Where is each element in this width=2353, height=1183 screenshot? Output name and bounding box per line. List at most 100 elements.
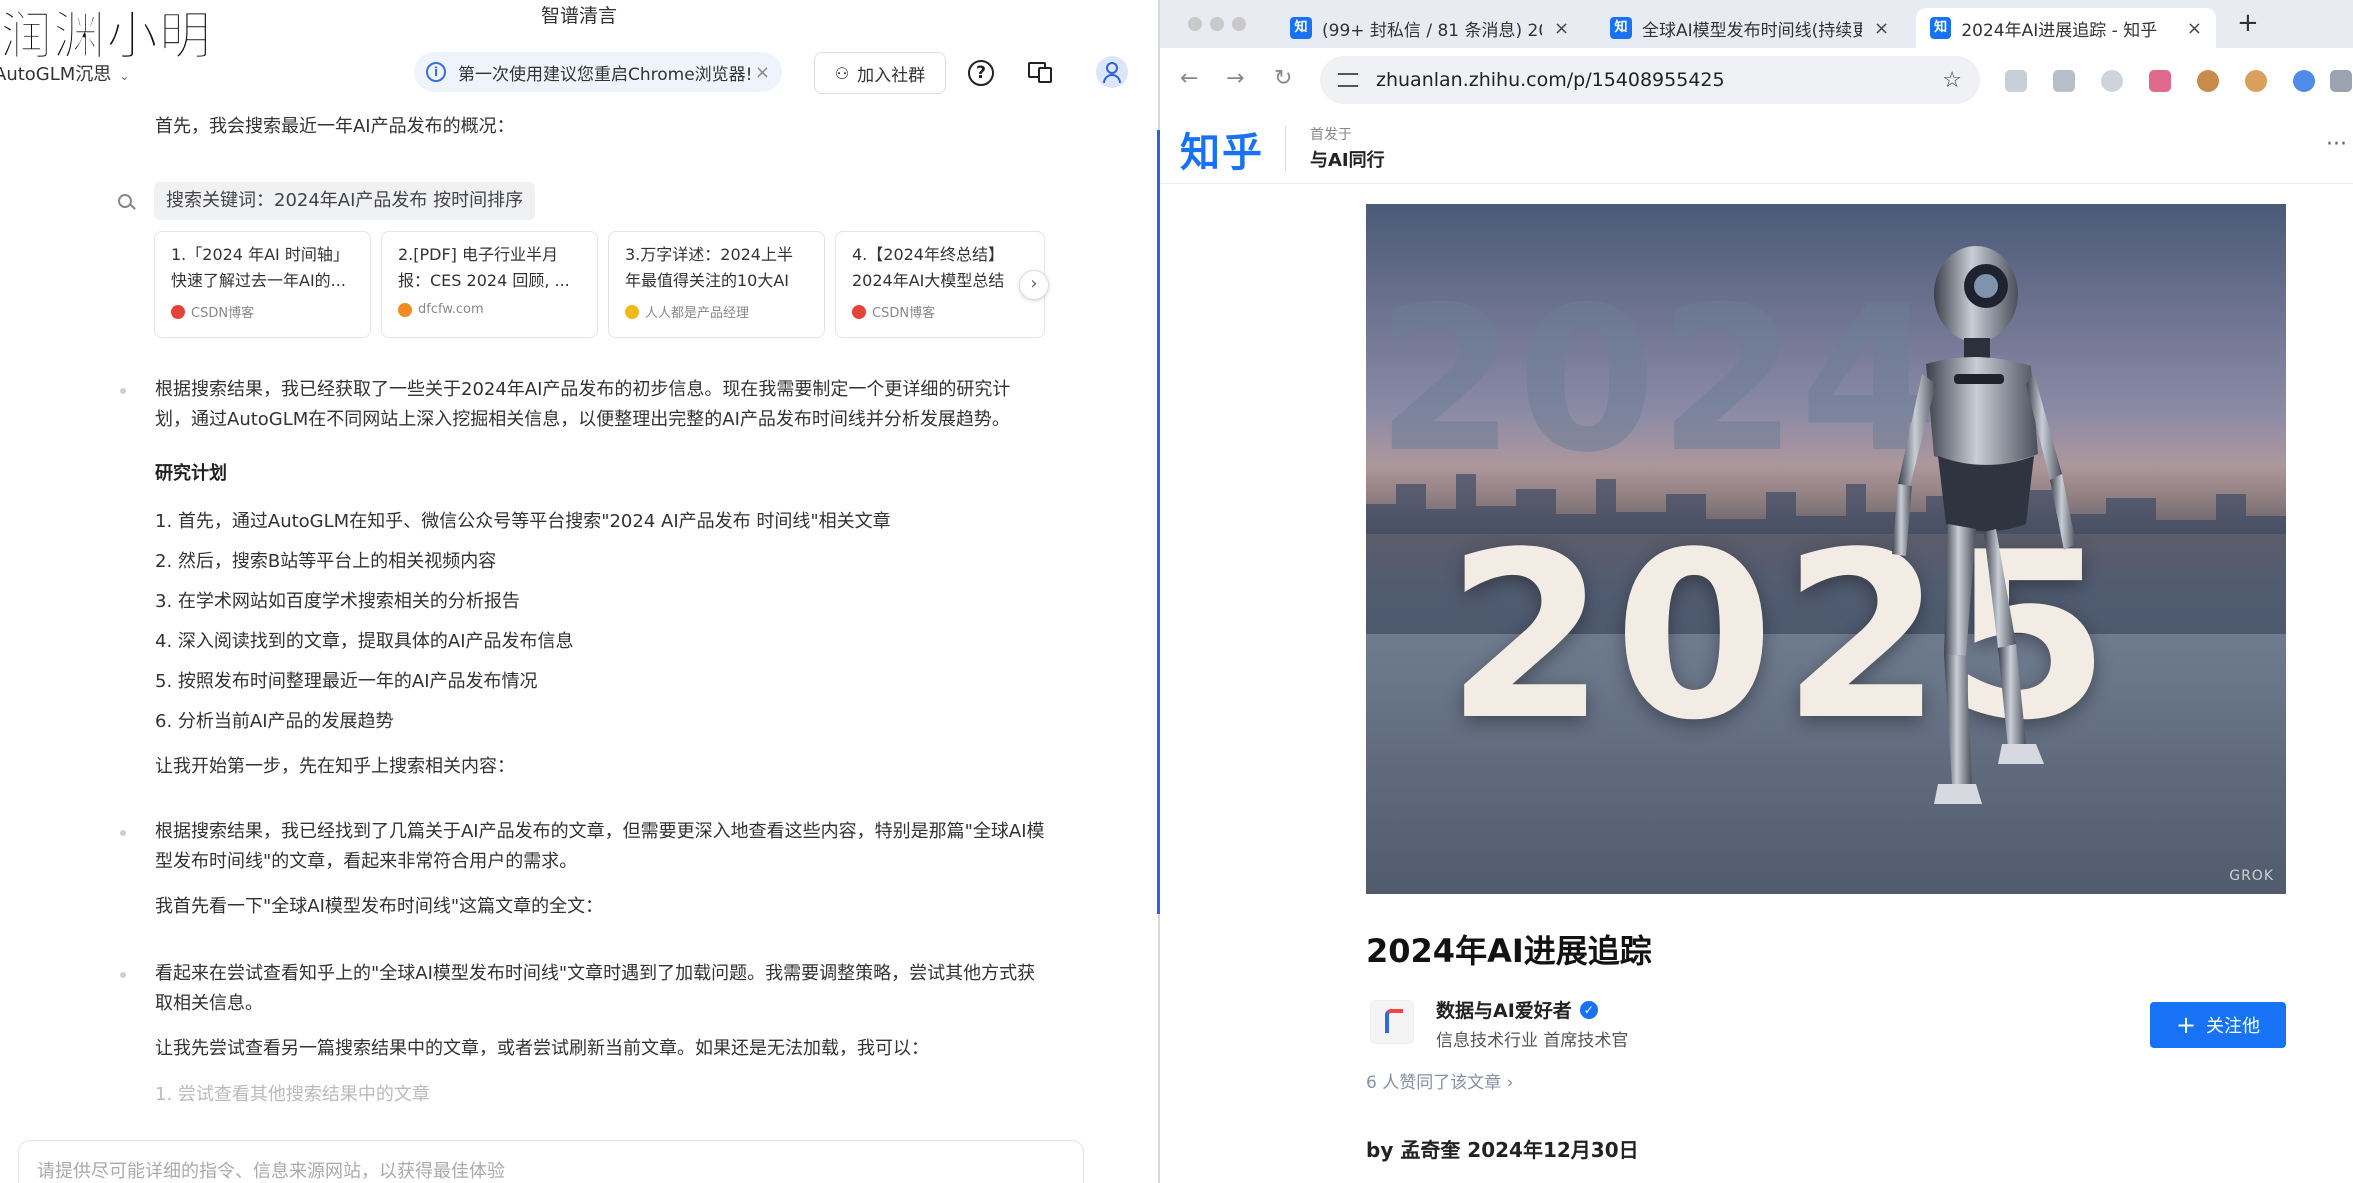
tab-label: 2024年AI进展追踪 - 知乎: [1961, 20, 2158, 41]
prompt-placeholder: 请提供尽可能详细的指令、信息来源网站，以获得最佳体验: [37, 1161, 505, 1182]
info-icon: i: [426, 62, 446, 82]
step-text: 让我先尝试查看另一篇搜索结果中的文章，或者尝试刷新当前文章。如果还是无法加载，我…: [155, 1038, 929, 1059]
plan-item: 2. 然后，搜索B站等平台上的相关视频内容: [155, 551, 497, 572]
site-settings-icon[interactable]: [1338, 73, 1358, 87]
url-text: zhuanlan.zhihu.com/p/15408955425: [1376, 69, 1725, 91]
extension-icon[interactable]: [2245, 70, 2267, 92]
humanoid-robot-illustration: [1892, 246, 2076, 804]
plan-item: 4. 深入阅读找到的文章，提取具体的AI产品发布信息: [155, 631, 574, 652]
step-bullet: [120, 388, 126, 394]
fading-text: 1. 尝试查看其他搜索结果中的文章: [155, 1084, 430, 1104]
plan-heading: 研究计划: [155, 463, 227, 484]
search-result-card[interactable]: 3.万字详述：2024上半年最值得关注的10大AI新... 人人都是产品经理: [608, 231, 825, 338]
card-title: 3.万字详述：2024上半年最值得关注的10大AI新...: [625, 245, 793, 290]
step-bullet: [120, 830, 126, 836]
new-tab-icon[interactable]: +: [2237, 8, 2259, 38]
prompt-input[interactable]: 请提供尽可能详细的指令、信息来源网站，以获得最佳体验: [18, 1140, 1084, 1183]
browser-window: 知 (99+ 封私信 / 81 条消息) 2024 × 知 全球AI模型发布时间…: [1160, 0, 2353, 1183]
csdn-icon: [171, 304, 185, 319]
plus-icon: +: [2175, 1011, 2197, 1039]
card-source: CSDN博客: [872, 306, 936, 321]
dfcfw-icon: [398, 302, 412, 317]
puzzle-extensions-icon[interactable]: [2330, 70, 2352, 92]
cookie-extension-icon[interactable]: [2197, 70, 2219, 92]
join-community-button[interactable]: ⚇ 加入社群: [814, 52, 946, 94]
plan-item: 3. 在学术网站如百度学术搜索相关的分析报告: [155, 591, 520, 612]
address-bar[interactable]: zhuanlan.zhihu.com/p/15408955425 ☆: [1320, 56, 1980, 104]
tab-bar: 知 (99+ 封私信 / 81 条消息) 2024 × 知 全球AI模型发布时间…: [1160, 0, 2353, 48]
card-source: CSDN博客: [191, 306, 255, 321]
step-text: 让我开始第一步，先在知乎上搜索相关内容：: [155, 756, 515, 777]
intro-text: 首先，我会搜索最近一年AI产品发布的概况：: [155, 116, 515, 137]
plan-item: 5. 按照发布时间整理最近一年的AI产品发布情况: [155, 671, 538, 692]
window-minimize-button[interactable]: [1210, 17, 1224, 31]
bookmark-star-icon[interactable]: ☆: [1942, 68, 1962, 93]
header-divider: [1285, 126, 1286, 172]
card-title: 1.「2024 年AI 时间轴」快速了解过去一年AI的...: [171, 245, 349, 290]
multi-window-icon[interactable]: [1026, 58, 1056, 88]
search-icon: [118, 194, 132, 208]
step-text: 我首先看一下"全球AI模型发布时间线"这篇文章的全文：: [155, 896, 604, 917]
back-arrow-icon[interactable]: ←: [1180, 66, 1198, 91]
forward-arrow-icon[interactable]: →: [1226, 66, 1244, 91]
browser-toolbar: ← → ↻ zhuanlan.zhihu.com/p/15408955425 ☆: [1160, 48, 2353, 114]
step-bullet: [120, 972, 126, 978]
assistant-panel: 智谱清言 润渊小明 AutoGLM沉思 ⌄ i 第一次使用建议您重启Chrome浏…: [0, 0, 1158, 1183]
zhihu-logo[interactable]: 知乎: [1180, 120, 1264, 178]
chat-log: 首先，我会搜索最近一年AI产品发布的概况： 搜索关键词：2024年AI产品发布 …: [0, 104, 1158, 1104]
card-source: 人人都是产品经理: [645, 306, 750, 321]
search-keyword-chip: 搜索关键词：2024年AI产品发布 按时间排序: [154, 182, 536, 220]
plan-item: 1. 首先，通过AutoGLM在知乎、微信公众号等平台搜索"2024 AI产品发…: [155, 511, 891, 532]
plan-item: 6. 分析当前AI产品的发展趋势: [155, 711, 394, 732]
notice-text: 第一次使用建议您重启Chrome浏览器!: [458, 64, 753, 85]
help-icon[interactable]: ?: [968, 60, 994, 86]
tab-ai-progress[interactable]: 知 2024年AI进展追踪 - 知乎 ×: [1916, 8, 2216, 48]
search-result-card[interactable]: 2.[PDF] 电子行业半月报：CES 2024 回顾, ... dfcfw.c…: [381, 231, 598, 338]
zhihu-header: 知乎 首发于 与AI同行 ···: [1160, 114, 2353, 184]
window-close-button[interactable]: [1188, 17, 1202, 31]
woshipm-icon: [625, 304, 639, 319]
article-cover-image: 2024 2025 GROK: [1366, 204, 2286, 894]
tab-messages[interactable]: 知 (99+ 封私信 / 81 条消息) 2024 ×: [1276, 8, 1584, 48]
tab-label: (99+ 封私信 / 81 条消息) 2024: [1322, 20, 1542, 41]
close-icon[interactable]: ×: [1554, 18, 1569, 39]
extension-icon[interactable]: [2053, 70, 2075, 92]
more-icon[interactable]: ···: [2326, 132, 2347, 157]
zhihu-article-page: 知乎 首发于 与AI同行 ··· 2024 2025 GROK 2024年AI进…: [1160, 114, 2353, 1183]
search-result-card[interactable]: 4.【2024年终总结】2024年AI大模型总结报... CSDN博客: [835, 231, 1045, 338]
follow-button[interactable]: + 关注他: [2150, 1002, 2286, 1048]
column-name-link[interactable]: 与AI同行: [1310, 146, 1385, 172]
tab-timeline[interactable]: 知 全球AI模型发布时间线(持续更新 ×: [1596, 8, 1904, 48]
verified-badge-icon: ✓: [1579, 1000, 1598, 1019]
card-title: 4.【2024年终总结】2024年AI大模型总结报...: [852, 245, 1005, 290]
close-icon[interactable]: ×: [1874, 18, 1889, 39]
analysis-text: 根据搜索结果，我已经获取了一些关于2024年AI产品发布的初步信息。现在我需要制…: [155, 379, 1011, 430]
reload-icon[interactable]: ↻: [1274, 66, 1292, 91]
analysis-text: 根据搜索结果，我已经找到了几篇关于AI产品发布的文章，但需要更深入地查看这些内容…: [155, 821, 1045, 872]
chat-extension-icon[interactable]: [2101, 70, 2123, 92]
zhihu-favicon-icon: 知: [1930, 17, 1952, 39]
close-icon[interactable]: ×: [755, 62, 770, 83]
join-community-label: 加入社群: [857, 65, 926, 86]
author-name-link[interactable]: 数据与AI爱好者 ✓: [1436, 996, 1598, 1023]
tab-label: 全球AI模型发布时间线(持续更新: [1642, 20, 1862, 41]
search-result-card[interactable]: 1.「2024 年AI 时间轴」快速了解过去一年AI的... CSDN博客: [154, 231, 371, 338]
author-description: 信息技术行业 首席技术官: [1436, 1031, 1629, 1051]
window-zoom-button[interactable]: [1232, 17, 1246, 31]
extension-icon[interactable]: [2149, 70, 2171, 92]
article-title: 2024年AI进展追踪: [1366, 932, 1652, 970]
author-avatar[interactable]: [1370, 1000, 1414, 1044]
chevron-right-icon[interactable]: ›: [1019, 270, 1049, 300]
watermark-text: 润渊小明: [0, 7, 213, 68]
extension-icon[interactable]: [2293, 70, 2315, 92]
notice-banner: i 第一次使用建议您重启Chrome浏览器! ×: [414, 52, 782, 92]
user-avatar-icon[interactable]: [1096, 56, 1128, 88]
author-name: 数据与AI爱好者: [1436, 1000, 1572, 1022]
close-icon[interactable]: ×: [2187, 18, 2202, 39]
extension-icon[interactable]: [2005, 70, 2027, 92]
image-credit: GROK: [2229, 868, 2274, 884]
likes-link[interactable]: 6 人赞同了该文章 ›: [1366, 1068, 1513, 1093]
first-published-label: 首发于: [1310, 127, 1352, 143]
csdn-icon: [852, 304, 866, 319]
people-icon: ⚇: [834, 63, 850, 83]
